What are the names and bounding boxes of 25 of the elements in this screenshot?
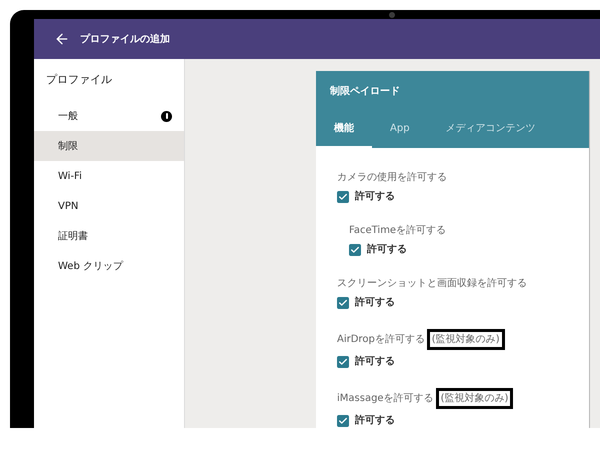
allow-checkbox[interactable]: 許可する <box>337 189 589 204</box>
sidebar-item[interactable]: 制限 <box>34 131 184 161</box>
checkbox[interactable] <box>337 414 349 426</box>
back-button[interactable] <box>54 31 70 47</box>
camera-icon <box>389 12 395 18</box>
card-title: 制限ペイロード <box>330 84 400 98</box>
allow-checkbox[interactable]: 許可する <box>337 295 589 310</box>
allow-checkbox[interactable]: 許可する <box>337 354 589 369</box>
checkbox[interactable] <box>337 296 349 308</box>
back-arrow-icon <box>54 31 70 47</box>
checkbox[interactable] <box>349 244 361 256</box>
allow-checkbox[interactable]: 許可する <box>349 242 589 257</box>
setting-label: カメラの使用を許可する <box>337 170 447 185</box>
checkbox[interactable] <box>337 190 349 202</box>
highlighted-note: (監視対象のみ) <box>426 329 505 350</box>
highlighted-note: (監視対象のみ) <box>436 388 514 409</box>
setting-label: AirDropを許可する <box>337 332 425 347</box>
checkbox[interactable] <box>337 356 349 368</box>
header-title: プロファイルの追加 <box>80 32 170 46</box>
setting-label: FaceTimeを許可する <box>349 224 446 238</box>
sidebar-heading: プロファイル <box>46 72 112 88</box>
tab[interactable]: 機能 <box>316 111 372 148</box>
setting-label: スクリーンショットと画面収録を許可する <box>337 276 527 291</box>
setting-label: iMassageを許可する <box>337 392 434 406</box>
allow-checkbox[interactable]: 許可する <box>337 413 589 428</box>
